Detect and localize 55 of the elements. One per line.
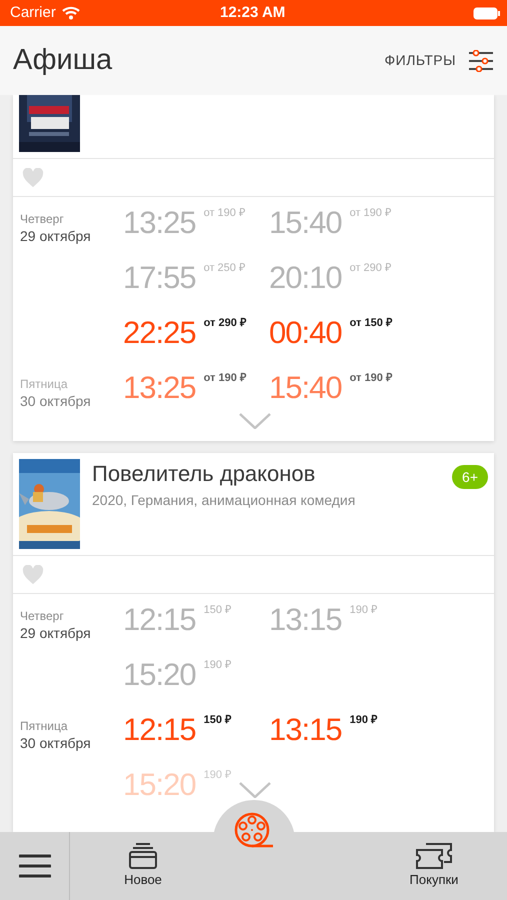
session-time[interactable]: 22:25 <box>123 317 196 348</box>
session-price: от 190 ₽ <box>204 371 246 386</box>
session-time[interactable]: 15:40 <box>269 207 342 238</box>
film-reel-icon <box>234 812 274 850</box>
session-price: 190 ₽ <box>350 713 377 728</box>
chevron-down-icon[interactable] <box>239 413 271 429</box>
date-label: 30 октября <box>20 392 92 410</box>
session-time[interactable]: 15:20 <box>123 769 196 800</box>
session-price: от 290 ₽ <box>204 316 246 331</box>
movie-info: 2020, Германия, анимационная комедия <box>92 491 356 510</box>
weekday-label: Четверг <box>20 608 65 624</box>
session-price: от 290 ₽ <box>350 261 391 276</box>
sliders-icon <box>468 50 494 72</box>
session-time[interactable]: 13:25 <box>123 207 196 238</box>
session-time[interactable]: 13:15 <box>269 714 342 745</box>
weekday-label: Четверг <box>20 211 65 227</box>
session-price: от 250 ₽ <box>204 261 245 276</box>
session-time[interactable]: 13:25 <box>123 372 196 403</box>
tab-item[interactable]: Новое <box>70 842 216 890</box>
session-time[interactable]: 15:40 <box>269 372 342 403</box>
session-time[interactable]: 12:15 <box>123 604 196 635</box>
session-price: от 190 ₽ <box>204 206 245 221</box>
session-price: 150 ₽ <box>204 603 231 618</box>
age-rating-badge: 6+ <box>452 465 488 489</box>
page-title: Афиша <box>13 42 114 78</box>
session-time[interactable]: 20:10 <box>269 262 342 293</box>
session-price: 190 ₽ <box>350 603 377 618</box>
heart-icon[interactable] <box>22 564 44 584</box>
movie-title[interactable]: Повелитель драконов <box>92 461 452 487</box>
heart-icon[interactable] <box>22 168 44 188</box>
session-time[interactable]: 12:15 <box>123 714 196 745</box>
session-time[interactable]: 00:40 <box>269 317 342 348</box>
clock-label: 12:23 AM <box>220 2 286 23</box>
session-price: 150 ₽ <box>204 713 231 728</box>
date-label: 30 октября <box>20 734 92 752</box>
session-price: от 150 ₽ <box>350 316 392 331</box>
session-price: от 190 ₽ <box>350 206 391 221</box>
battery-icon <box>473 6 501 20</box>
tickets-icon <box>414 842 454 870</box>
date-label: 29 октября <box>20 227 92 245</box>
chevron-down-icon[interactable] <box>239 782 271 798</box>
carrier-label: Carrier <box>10 2 56 23</box>
menu-icon <box>18 853 50 879</box>
wifi-icon <box>62 6 80 20</box>
date-label: 29 октября <box>20 624 92 642</box>
session-price: 190 ₽ <box>204 658 231 673</box>
session-time[interactable]: 15:20 <box>123 659 196 690</box>
session-time[interactable]: 13:15 <box>269 604 342 635</box>
weekday-label: Пятница <box>20 376 68 392</box>
weekday-label: Пятница <box>20 718 68 734</box>
session-price: от 190 ₽ <box>350 371 392 386</box>
session-time[interactable]: 17:55 <box>123 262 196 293</box>
tab-item[interactable]: Покупки <box>361 842 507 890</box>
filters-button[interactable]: ФИЛЬТРЫ <box>384 50 494 72</box>
inbox-stack-icon <box>128 842 158 870</box>
